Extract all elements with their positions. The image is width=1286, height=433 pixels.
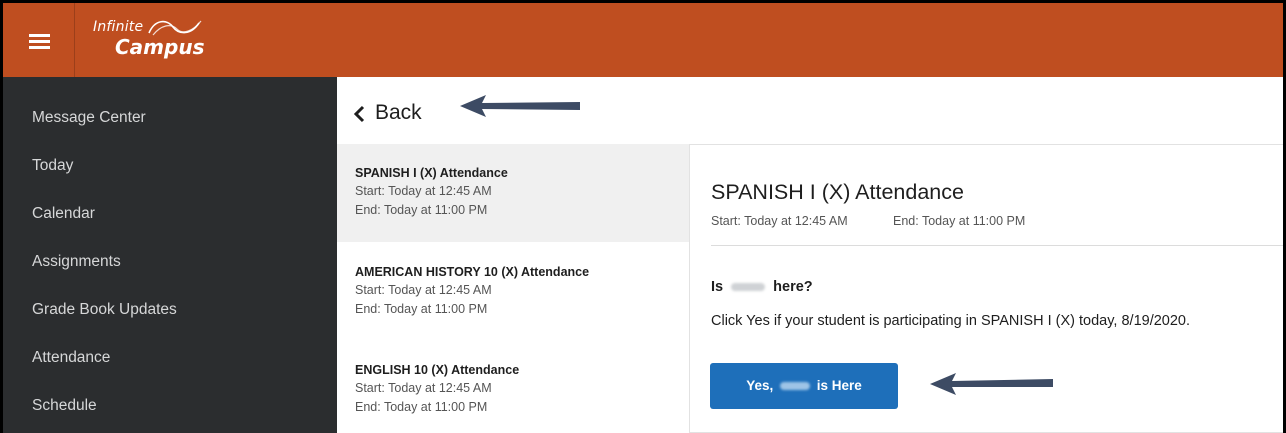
app-window: Infinite Campus Message Center Today Cal… [3,3,1283,433]
app-header: Infinite Campus [3,3,1283,77]
list-item-title: SPANISH I (X) Attendance [355,166,508,180]
button-label-suffix: is Here [816,378,862,393]
redacted-student-name [731,283,766,292]
yes-student-is-here-button[interactable]: Yes, is Here [710,363,898,409]
detail-start-time: Start: Today at 12:45 AM [711,214,848,228]
list-item-end: End: Today at 11:00 PM [355,302,488,316]
question-suffix: here? [773,279,813,295]
redacted-student-name [780,382,810,391]
back-label: Back [375,101,422,124]
list-item-start: Start: Today at 12:45 AM [355,381,492,395]
detail-title: SPANISH I (X) Attendance [711,180,964,204]
menu-icon-bar [29,40,50,43]
annotation-arrow-icon [930,373,1053,395]
list-item-title: ENGLISH 10 (X) Attendance [355,363,520,377]
list-item-start: Start: Today at 12:45 AM [355,283,492,297]
sidebar-nav: Message Center Today Calendar Assignment… [3,77,337,433]
sidebar-item-assignments[interactable]: Assignments [32,253,121,271]
annotation-arrow-icon [460,95,580,117]
sidebar-item-attendance[interactable]: Attendance [32,349,110,367]
detail-end-time: End: Today at 11:00 PM [893,214,1026,228]
hamburger-menu-button[interactable] [3,3,75,77]
question-prefix: Is [711,279,724,295]
list-item-end: End: Today at 11:00 PM [355,400,488,414]
sidebar-item-schedule[interactable]: Schedule [32,397,97,415]
attendance-list: SPANISH I (X) Attendance Start: Today at… [337,144,689,433]
button-label-prefix: Yes, [746,378,774,393]
chevron-left-icon [353,105,365,123]
list-item-title: AMERICAN HISTORY 10 (X) Attendance [355,265,590,279]
menu-icon-bar [29,34,50,37]
menu-icon-bar [29,46,50,49]
attendance-question: Is here? [711,279,813,295]
infinity-swoosh-icon [148,20,202,36]
sidebar-item-calendar[interactable]: Calendar [32,205,95,223]
sidebar-item-grade-book-updates[interactable]: Grade Book Updates [32,301,177,319]
list-item[interactable]: ENGLISH 10 (X) Attendance Start: Today a… [337,340,689,433]
attendance-instruction: Click Yes if your student is participati… [711,313,1191,329]
list-item[interactable]: AMERICAN HISTORY 10 (X) Attendance Start… [337,242,689,340]
sidebar-item-today[interactable]: Today [32,157,73,175]
list-item-start: Start: Today at 12:45 AM [355,184,492,198]
sidebar-item-message-center[interactable]: Message Center [32,109,146,127]
logo-text-infinite: Infinite [93,19,144,35]
list-item-end: End: Today at 11:00 PM [355,203,488,217]
list-item[interactable]: SPANISH I (X) Attendance Start: Today at… [337,144,689,242]
divider [711,245,1283,246]
